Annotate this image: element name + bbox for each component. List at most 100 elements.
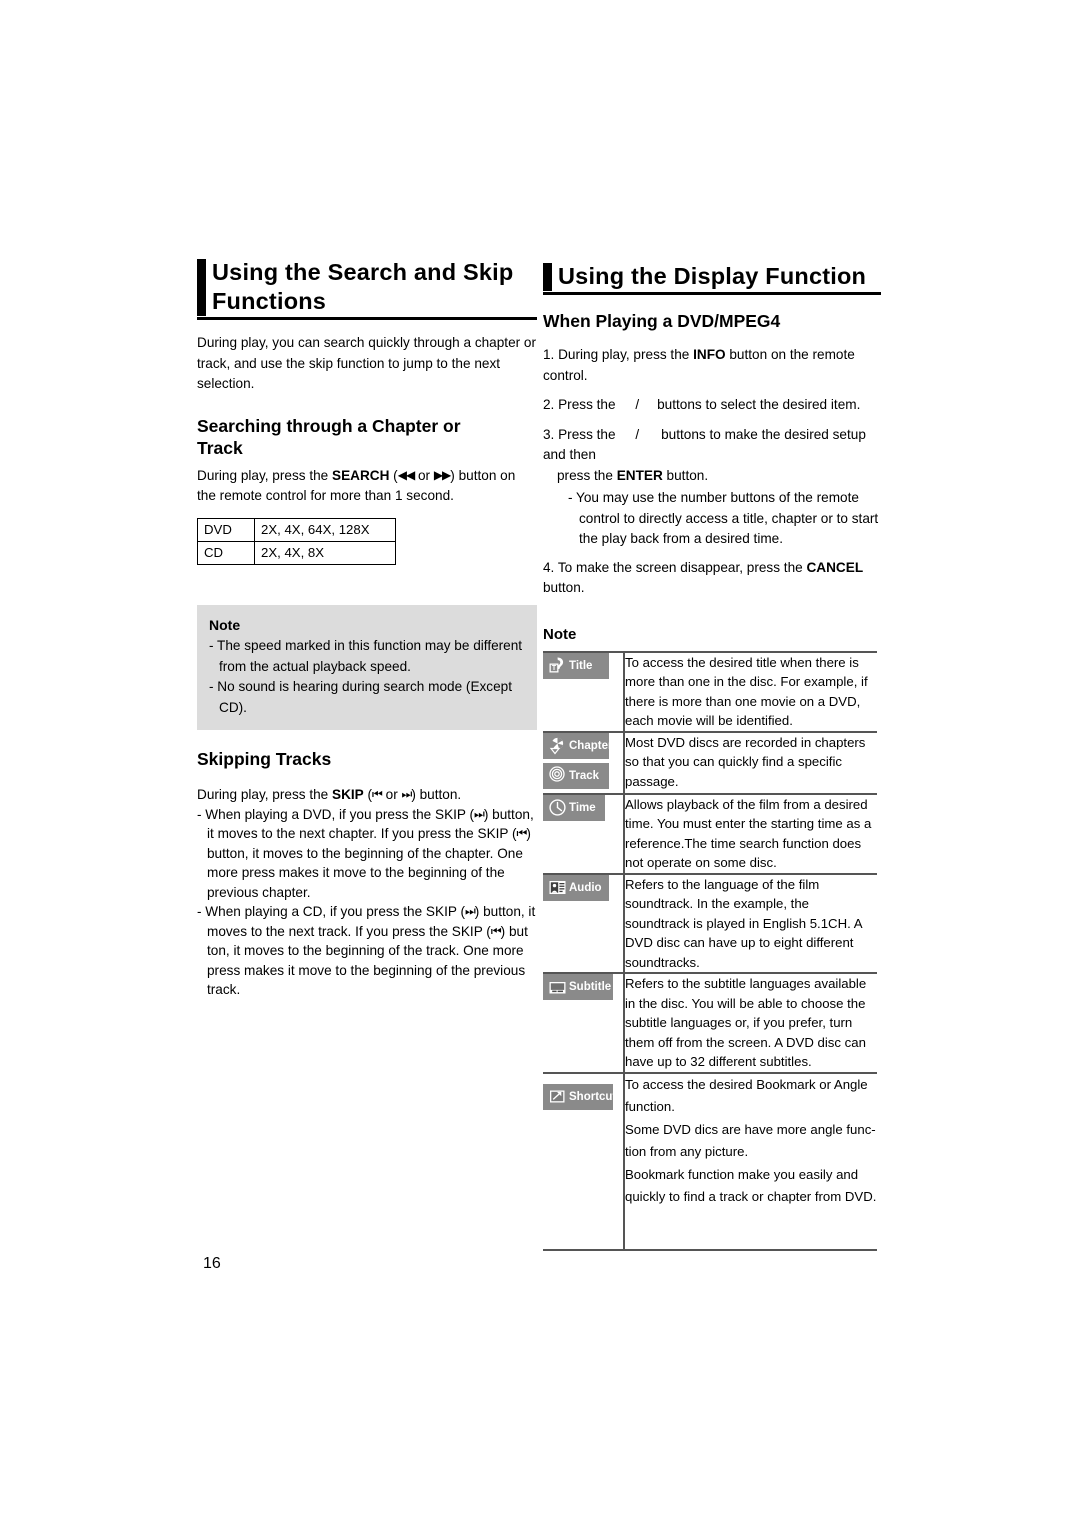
table-row: Chapter Track Most DVD discs are recorde… [543, 730, 877, 794]
cancel-button-name: CANCEL [806, 559, 864, 575]
info-button-name: INFO [693, 347, 726, 362]
legend-description: To access the desired Bookmark or Angle … [623, 1071, 877, 1251]
step2-slash: / [635, 397, 640, 412]
time-icon-label: Time [569, 801, 596, 814]
step-4: 4. To make the screen disappear, press t… [543, 558, 881, 599]
shortcut-glyph [547, 1087, 567, 1107]
search-instr-open: ( [389, 467, 398, 483]
icon-legend-table: T Title To access the desired title when… [543, 650, 877, 1251]
step4-post: button. [543, 580, 585, 595]
search-button-name: SEARCH [332, 467, 390, 483]
step-1: 1. During play, press the INFO button on… [543, 345, 881, 386]
section-heading-display-function: Using the Display Function [543, 262, 881, 291]
table-row: Shortcut To access the desired Bookmark … [543, 1071, 877, 1251]
skip-next-icon: ⏭ [474, 806, 485, 821]
heading-accent-bar [197, 259, 206, 316]
speed-row-label: DVD [197, 517, 255, 542]
step3-line2-post: button. [662, 467, 709, 483]
subtitle-glyph [547, 977, 567, 997]
legend-icon-cell: Time [543, 792, 624, 874]
legend-icon-cell: Subtitle [543, 972, 624, 1073]
speed-row-values: 2X, 4X, 64X, 128X [254, 517, 396, 542]
note-title: Note [209, 616, 241, 633]
legend-icon-cell: T Title [543, 650, 624, 732]
legend-icon-cell: Audio [543, 872, 624, 973]
subheading-line1: Searching through a Chapter or [197, 415, 461, 436]
search-speed-table: DVD 2X, 4X, 64X, 128X CD 2X, 4X, 8X [197, 517, 396, 565]
section-heading-line2: Functions [212, 288, 327, 314]
audio-glyph [547, 878, 567, 898]
search-instr-pre: During play, press the [197, 467, 332, 483]
title-icon-label: Title [569, 659, 593, 672]
enter-button-name: ENTER [616, 467, 663, 483]
rewind-icon: ◀◀ [397, 467, 415, 482]
table-row: Subtitle Refers to the subtitle language… [543, 972, 877, 1073]
skip-next-icon: ⏭ [464, 904, 476, 918]
title-icon: T Title [543, 652, 609, 679]
step2-pre: 2. Press the [543, 397, 620, 412]
note-list: - The speed marked in this function may … [209, 636, 525, 718]
search-instruction: During play, press the SEARCH (◀◀ or ▶▶)… [197, 465, 537, 507]
page-number: 16 [203, 1255, 221, 1272]
skip-instr-open: ( [363, 787, 373, 802]
table-row: T Title To access the desired title when… [543, 650, 877, 732]
note-item: - The speed marked in this function may … [209, 638, 523, 674]
skip-previous-icon: ⏮ [490, 923, 502, 938]
speed-row-values: 2X, 4X, 8X [254, 540, 396, 565]
step-3-subnote: - You may use the number buttons of the … [568, 490, 879, 546]
skip-bullet-cd: - When playing a CD, if you press the SK… [197, 902, 537, 1000]
heading-accent-bar [543, 263, 552, 291]
table-row: CD 2X, 4X, 8X [197, 540, 396, 565]
shortcut-description-text: To access the desired Bookmark or Angle … [625, 1076, 877, 1205]
note-heading: Note [543, 625, 577, 643]
step3-pre: 3. Press the [543, 426, 620, 442]
audio-icon-label: Audio [569, 881, 602, 894]
section-heading-rule [543, 292, 881, 295]
step-3: 3. Press the / buttons to make the desire… [543, 425, 881, 487]
step3-line2-pre: press the [557, 467, 617, 483]
legend-description: Most DVD discs are recorded in chapters … [623, 730, 877, 794]
intro-paragraph: During play, you can search quickly thro… [197, 335, 537, 391]
skip-cd-part1: - When playing a CD, if you press the SK… [197, 904, 465, 919]
skip-next-icon: ⏭ [401, 787, 413, 801]
audio-icon: Audio [543, 874, 609, 901]
table-row: Time Allows playback of the film from a … [543, 792, 877, 874]
time-icon: Time [543, 794, 605, 821]
legend-description: To access the desired title when there i… [623, 650, 877, 732]
skip-instr-pre: During play, press the [197, 787, 332, 802]
chapter-icon: Chapter [543, 732, 612, 759]
time-glyph [547, 798, 567, 818]
search-instr-or: or [414, 467, 434, 483]
right-column: Using the Display Function When Playing … [543, 262, 881, 1251]
section-heading-rule [197, 317, 537, 320]
table-row: Audio Refers to the language of the film… [543, 872, 877, 973]
svg-text:T: T [551, 665, 556, 672]
legend-description: Allows playback of the film from a desir… [623, 792, 877, 874]
step3-slash: / [635, 426, 640, 442]
section-heading-text: Using the Display Function [558, 263, 867, 289]
section-heading-search-skip: Using the Search and Skip Functions [197, 258, 537, 316]
skip-dvd-part1: - When playing a DVD, if you press the S… [197, 806, 475, 822]
subheading-searching-chapter: Searching through a Chapter or Track [197, 415, 537, 459]
legend-description: Refers to the subtitle languages availab… [623, 972, 877, 1073]
step1-pre: 1. During play, press the [543, 347, 694, 362]
subheading-when-playing-dvd: When Playing a DVD/MPEG4 [543, 311, 781, 331]
left-column: Using the Search and Skip Functions Duri… [197, 258, 537, 1000]
skip-button-name: SKIP [332, 787, 364, 802]
fast-forward-icon: ▶▶ [433, 467, 451, 482]
skip-instr-or: or [381, 787, 402, 802]
skip-instr-post: ) button. [411, 787, 462, 802]
legend-icon-cell: Chapter Track [543, 730, 624, 794]
track-glyph [547, 766, 567, 786]
subheading-skipping-tracks: Skipping Tracks [197, 749, 332, 769]
note-item: - No sound is hearing during search mode… [209, 679, 512, 715]
subtitle-icon-label: Subtitle [569, 981, 612, 993]
note-section-display: Note T Title To access the desired title… [543, 625, 881, 1251]
track-icon: Track [543, 762, 609, 789]
legend-icon-cell: Shortcut [543, 1071, 624, 1251]
subtitle-icon: Subtitle [543, 974, 613, 1000]
skip-previous-icon: ⏮ [516, 826, 528, 840]
track-icon-label: Track [569, 769, 600, 782]
legend-description: Refers to the language of the film sound… [623, 872, 877, 973]
skip-instruction: During play, press the SKIP (⏮ or ⏭) but… [197, 785, 537, 805]
